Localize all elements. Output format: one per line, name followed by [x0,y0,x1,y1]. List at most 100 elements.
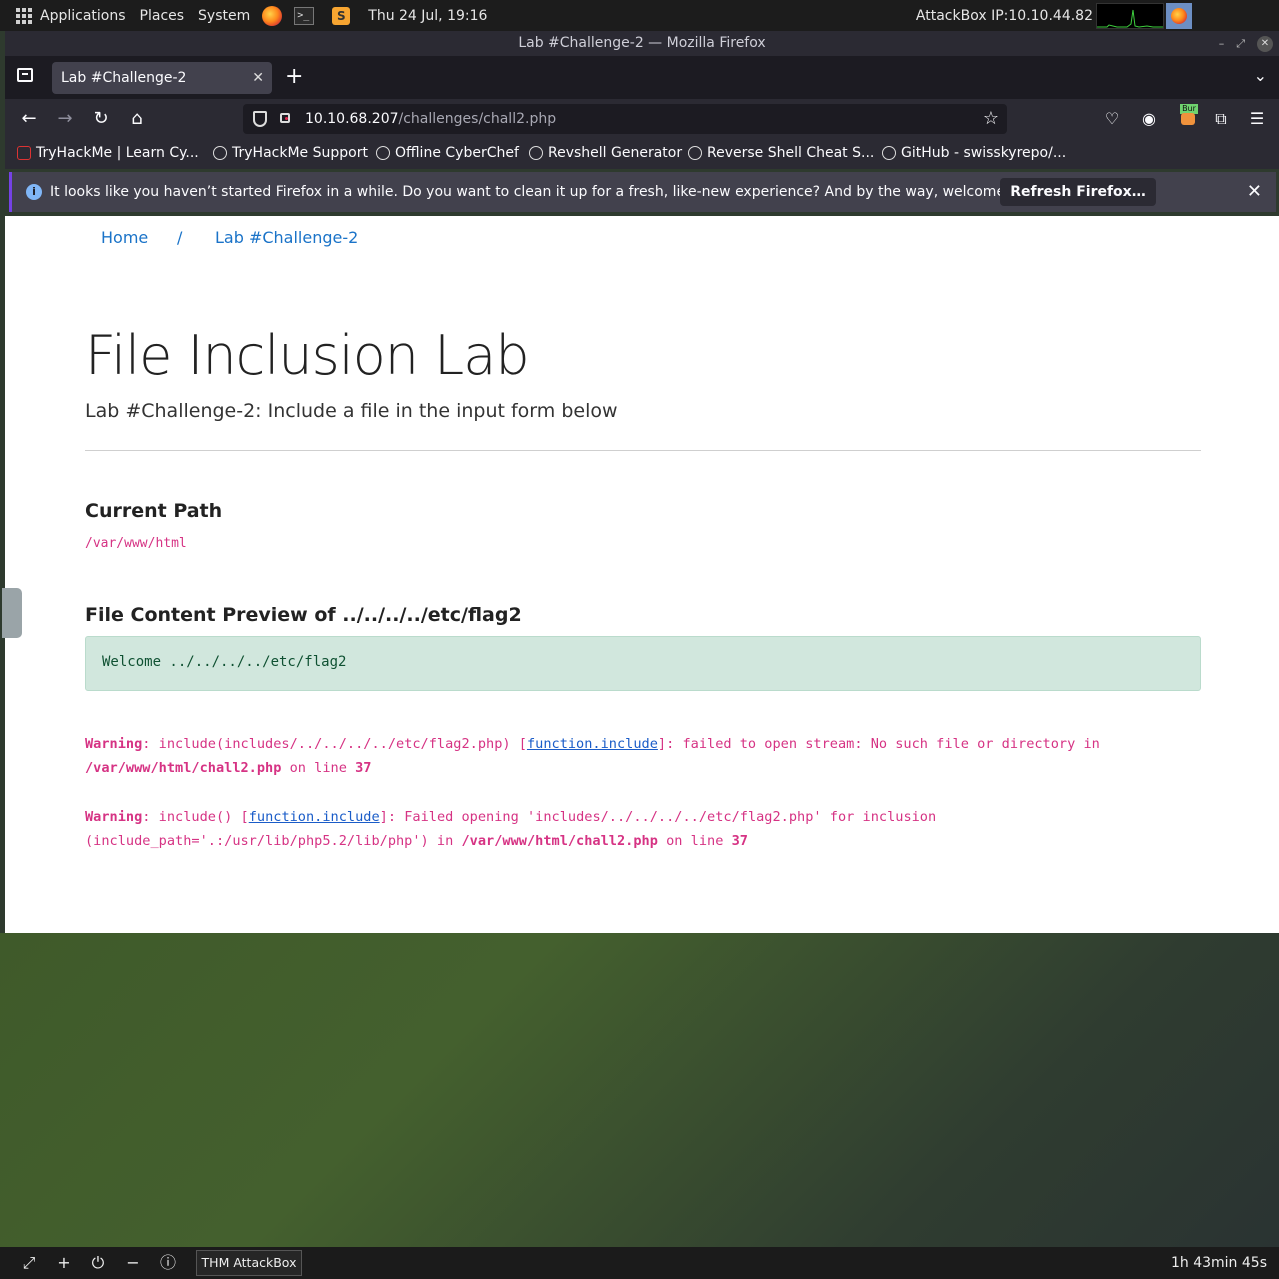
bookmark-label: GitHub - swisskyrepo/... [901,145,1067,161]
bookmark-tryhackme-support[interactable]: TryHackMe Support [213,145,368,161]
minimize-icon[interactable]: – [1219,31,1225,56]
bookmark-github-swisskyrepo[interactable]: GitHub - swisskyrepo/... [882,145,1066,161]
current-path-heading: Current Path [85,500,223,522]
minimize-icon[interactable]: − [123,1253,143,1273]
function-include-link[interactable]: function.include [249,809,380,825]
tab-strip: Lab #Challenge-2 ✕ + ⌄ [5,56,1279,99]
php-warning-1: Warning: include(includes/../../../../et… [85,732,1195,780]
file-preview-box: Welcome ../../../../etc/flag2 [85,636,1201,691]
refresh-firefox-notification: i It looks like you haven’t started Fire… [9,172,1276,212]
firefox-window-thumb[interactable] [1166,3,1192,29]
session-timer: 1h 43min 45s [1170,1255,1267,1271]
fullscreen-icon[interactable]: ⤢ [19,1253,39,1273]
taskbar-thm-attackbox[interactable]: THM AttackBox [196,1250,302,1276]
info-icon[interactable]: ⓘ [158,1253,178,1273]
system-menu[interactable]: System [198,8,250,24]
warning-file: /var/www/html/chall2.php [85,760,282,776]
new-tab-button[interactable]: + [285,64,303,89]
warning-text: on line [657,833,732,849]
warning-label: Warning [85,736,143,752]
info-icon: i [26,184,42,200]
tracking-shield-icon[interactable] [253,111,267,127]
home-icon[interactable]: ⌂ [125,107,149,131]
breadcrumb-separator: / [177,228,183,247]
side-panel-handle[interactable] [2,588,22,638]
notification-message: It looks like you haven’t started Firefo… [50,184,1049,200]
cloud-icon [213,146,227,160]
close-icon[interactable]: ✕ [1247,172,1262,212]
globe-icon [529,146,543,160]
warning-line: 37 [355,760,372,776]
tryhackme-icon [17,146,31,160]
refresh-firefox-button[interactable]: Refresh Firefox… [1000,178,1156,206]
warning-file: /var/www/html/chall2.php [461,833,658,849]
close-tab-icon[interactable]: ✕ [252,62,264,94]
file-preview-text: Welcome ../../../../etc/flag2 [102,654,347,670]
chef-icon [376,146,390,160]
warning-text: : include(includes/../../../../etc/flag2… [142,736,527,752]
tab-list-icon[interactable] [17,68,33,82]
clock: Thu 24 Jul, 19:16 [368,7,488,24]
system-panel: Applications Places System >_ S Thu 24 J… [0,0,1279,31]
function-include-link[interactable]: function.include [527,736,658,752]
tab-lab-challenge-2[interactable]: Lab #Challenge-2 ✕ [52,62,272,94]
applications-menu[interactable]: Applications [40,8,126,24]
warning-line: 37 [731,833,748,849]
bookmark-offline-cyberchef[interactable]: Offline CyberChef [376,145,519,161]
desktop-background [0,933,1279,1247]
sublime-launcher-icon[interactable]: S [332,6,351,25]
bookmark-reverse-shell-cheat[interactable]: Reverse Shell Cheat S... [688,145,874,161]
attackbox-ip: AttackBox IP:10.10.44.82 [915,7,1093,24]
divider [85,450,1201,451]
page-lead: Lab #Challenge-2: Include a file in the … [85,400,618,422]
bookmark-label: Offline CyberChef [395,145,519,161]
account-icon[interactable]: ◉ [1137,107,1161,131]
globe-icon [688,146,702,160]
forward-arrow-icon[interactable]: → [53,107,77,131]
back-arrow-icon[interactable]: ← [17,107,41,131]
close-window-icon[interactable]: ✕ [1257,35,1273,52]
pocket-icon[interactable]: ♡ [1100,107,1124,131]
breadcrumb-current[interactable]: Lab #Challenge-2 [215,228,358,247]
url-bar[interactable]: 10.10.68.207/challenges/chall2.php ☆ [243,104,1007,134]
bookmark-tryhackme[interactable]: TryHackMe | Learn Cy... [17,145,199,161]
network-monitor-graph [1096,3,1164,29]
warning-text: ]: failed to open stream: No such file o… [657,736,1100,752]
bookmark-label: TryHackMe Support [232,145,368,161]
burp-extension-icon[interactable]: Bur [1177,104,1199,126]
breadcrumb-home[interactable]: Home [101,228,148,247]
current-path-value: /var/www/html [85,536,187,551]
nav-bar: ← → ↻ ⌂ 10.10.68.207/challenges/chall2.p… [5,99,1279,139]
terminal-launcher-icon[interactable]: >_ [294,6,315,25]
bookmark-star-icon[interactable]: ☆ [983,104,999,134]
bookmark-label: Revshell Generator [548,145,683,161]
window-titlebar: Lab #Challenge-2 — Mozilla Firefox – ⤢ ✕ [5,31,1279,56]
firefox-launcher-icon[interactable] [262,5,283,26]
extensions-icon[interactable]: ⧉ [1209,107,1233,131]
url-host: 10.10.68.207 [305,111,399,127]
web-page: Home / Lab #Challenge-2 File Inclusion L… [5,216,1279,933]
bookmark-label: Reverse Shell Cheat S... [707,145,875,161]
power-icon[interactable]: ⏻ [88,1253,108,1273]
bookmarks-bar: TryHackMe | Learn Cy... TryHackMe Suppor… [5,139,1279,169]
reload-icon[interactable]: ↻ [89,107,113,131]
preview-heading: File Content Preview of ../../../../etc/… [85,604,522,626]
bookmark-label: TryHackMe | Learn Cy... [36,145,199,161]
page-title: File Inclusion Lab [85,324,530,387]
github-icon [882,146,896,160]
apps-grid-icon[interactable] [16,7,32,24]
warning-text: : include() [ [142,809,249,825]
add-icon[interactable]: + [54,1253,74,1273]
url-path: /challenges/chall2.php [398,111,557,127]
window-title: Lab #Challenge-2 — Mozilla Firefox [518,35,766,51]
places-menu[interactable]: Places [140,8,185,24]
warning-text: on line [281,760,356,776]
insecure-lock-icon[interactable] [280,113,290,123]
bottom-taskbar: ⤢ + ⏻ − ⓘ THM AttackBox 1h 43min 45s [0,1247,1279,1279]
maximize-icon[interactable]: ⤢ [1236,31,1245,56]
menu-hamburger-icon[interactable]: ☰ [1245,107,1269,131]
tab-label: Lab #Challenge-2 [61,70,187,86]
bookmark-revshell-generator[interactable]: Revshell Generator [529,145,682,161]
chevron-down-icon[interactable]: ⌄ [1254,66,1267,85]
firefox-icon [1171,8,1187,24]
